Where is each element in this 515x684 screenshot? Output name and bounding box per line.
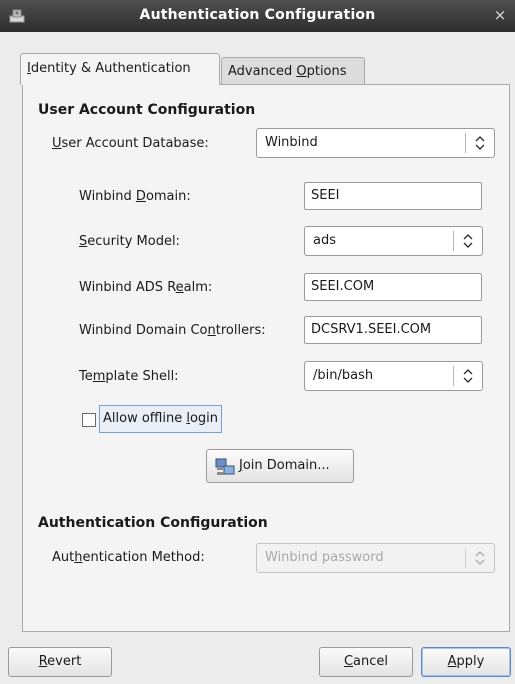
chevron-updown-icon (463, 234, 473, 248)
allow-offline-login-checkbox[interactable] (82, 413, 96, 427)
security-model-select[interactable]: ads (304, 226, 483, 256)
chevron-updown-icon (475, 551, 485, 565)
user-account-section-title: User Account Configuration (38, 102, 256, 118)
template-shell-select[interactable]: /bin/bash (304, 361, 483, 391)
window-title: Authentication Configuration (139, 7, 376, 23)
ads-realm-label: Winbind ADS Realm: (79, 280, 213, 295)
tab-identity-authentication[interactable]: Identity & Authentication (20, 53, 220, 85)
close-icon[interactable]: × (491, 6, 509, 24)
cancel-button[interactable]: Cancel (319, 647, 413, 677)
security-model-label: Security Model: (79, 234, 180, 249)
revert-button[interactable]: Revert (8, 647, 112, 677)
apply-button[interactable]: Apply (421, 647, 511, 677)
chevron-updown-icon (475, 136, 485, 150)
join-domain-button[interactable]: Join Domain... (206, 449, 354, 483)
authentication-method-select[interactable]: Winbind password (256, 543, 495, 573)
network-computers-icon (215, 458, 235, 475)
winbind-domain-label: Winbind Domain: (79, 189, 191, 204)
chevron-updown-icon (463, 369, 473, 383)
authentication-method-label: Authentication Method: (52, 550, 205, 565)
allow-offline-login-label[interactable]: Allow offline login (99, 405, 223, 433)
winbind-domain-field[interactable]: SEEI (304, 182, 482, 210)
user-account-database-label: User Account Database: (52, 136, 209, 151)
domain-controllers-field[interactable]: DCSRV1.SEEI.COM (304, 316, 482, 344)
domain-controllers-label: Winbind Domain Controllers: (79, 323, 266, 338)
authentication-section-title: Authentication Configuration (38, 515, 268, 531)
tab-advanced-options[interactable]: Advanced Options (221, 57, 365, 84)
template-shell-label: Template Shell: (79, 369, 179, 384)
user-account-database-select[interactable]: Winbind (256, 128, 495, 158)
ads-realm-field[interactable]: SEEI.COM (304, 273, 482, 301)
title-bar: Authentication Configuration × (0, 0, 515, 32)
